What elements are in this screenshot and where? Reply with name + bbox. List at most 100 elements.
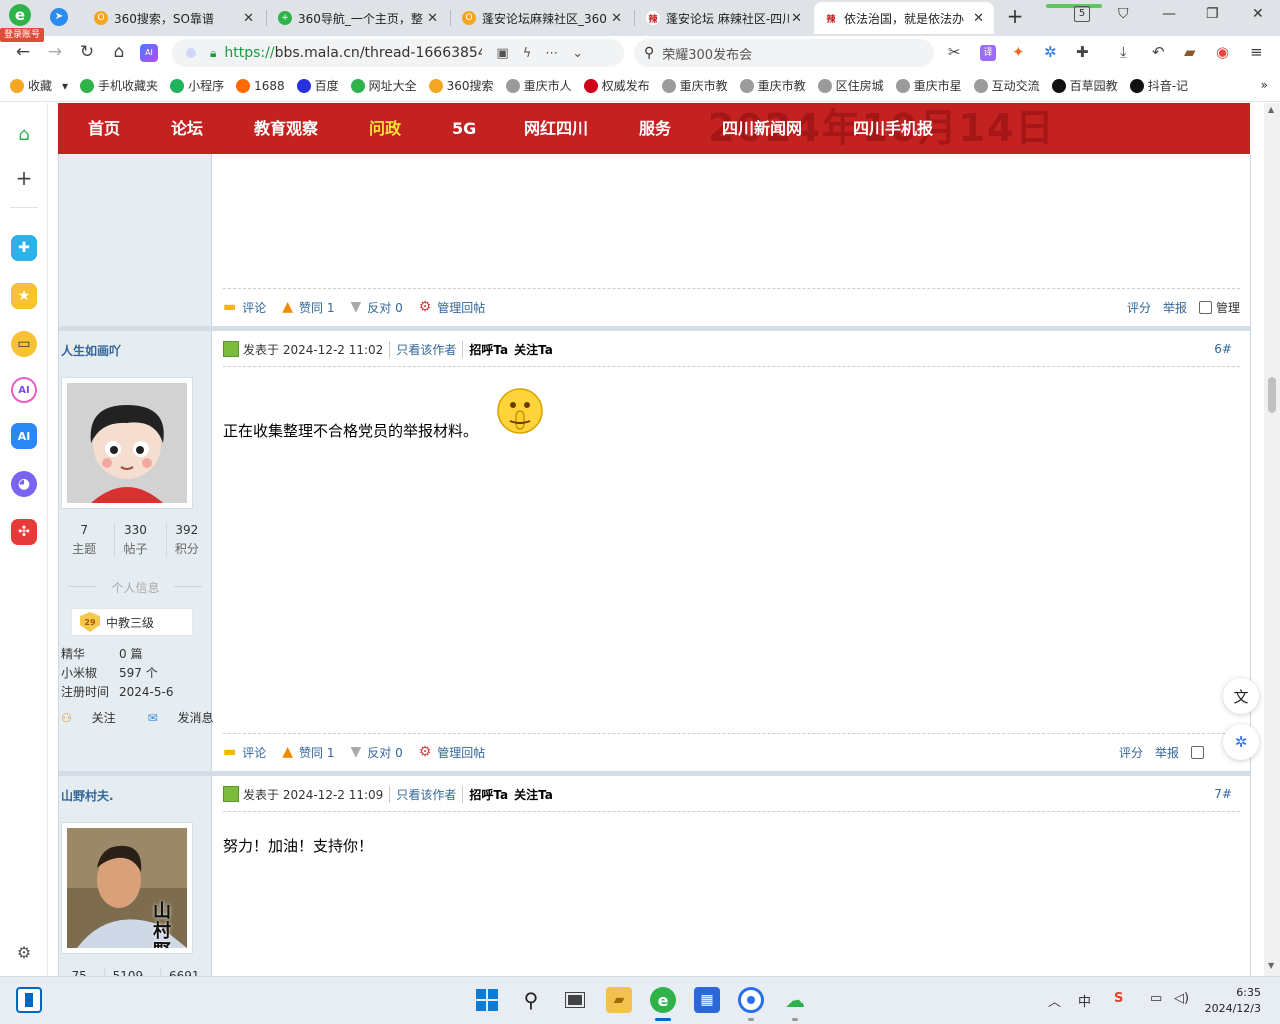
quick-send-icon[interactable]: ➤	[50, 8, 68, 26]
bookmark-item[interactable]: 网址大全	[350, 77, 417, 94]
start-windows-icon[interactable]	[474, 987, 500, 1013]
comment-button[interactable]: ▬ 评论	[223, 299, 266, 316]
bookmark-item[interactable]: 区住房城	[817, 77, 884, 94]
ime-indicator[interactable]: 中	[1078, 991, 1091, 1010]
image-icon[interactable]: ▣	[496, 46, 508, 61]
task-view-icon[interactable]	[562, 987, 588, 1013]
bookmark-item[interactable]: 重庆市教	[739, 77, 806, 94]
antivirus-tray-icon[interactable]: S	[1114, 991, 1123, 1006]
follow-ta-link[interactable]: 关注Ta	[514, 341, 553, 358]
extensions-icon[interactable]: ✚	[1076, 43, 1089, 61]
stat-points[interactable]: 6691	[160, 969, 208, 976]
manage-reply-button[interactable]: ⚙ 管理回帖	[419, 744, 486, 761]
chevron-down-icon[interactable]: ⌄	[572, 46, 583, 61]
only-author-link[interactable]: 只看该作者	[389, 340, 456, 358]
tab-active-thread[interactable]: 辣 依法治国，就是依法办 ✕	[814, 2, 994, 34]
network-icon[interactable]: ✲	[1044, 43, 1057, 61]
download-icon[interactable]: ⤓	[1120, 43, 1127, 61]
site-info-icon[interactable]	[186, 48, 196, 58]
bookmark-item[interactable]: 权威发布	[583, 77, 650, 94]
bookmark-item[interactable]: 互动交流	[973, 77, 1040, 94]
file-explorer-icon[interactable]: ▰	[606, 987, 632, 1013]
lightning-icon[interactable]: ϟ	[523, 46, 532, 61]
network-tray-icon[interactable]: ▭	[1150, 991, 1162, 1006]
only-author-link[interactable]: 只看该作者	[389, 785, 456, 803]
rate-link[interactable]: 评分	[1119, 744, 1143, 761]
stat-points[interactable]: 392 积分	[165, 523, 207, 557]
more-icon[interactable]: ⋯	[545, 46, 558, 61]
nav-service[interactable]: 服务	[639, 103, 671, 154]
undo-icon[interactable]: ↶	[1152, 43, 1165, 61]
login-account-badge[interactable]: 登录账号	[0, 28, 44, 42]
nav-forum[interactable]: 论坛	[171, 103, 203, 154]
store-icon[interactable]: ▦	[694, 987, 720, 1013]
floor-number[interactable]: 7#	[1214, 787, 1232, 801]
scroll-down-icon[interactable]: ▼	[1268, 961, 1274, 970]
chat-bot-icon[interactable]: ◕	[11, 471, 37, 497]
bookmark-item[interactable]: 收藏 ▾	[10, 77, 68, 94]
nav-wanghong-sichuan[interactable]: 网红四川	[524, 103, 588, 154]
tray-overflow-icon[interactable]: ︿	[1048, 991, 1061, 1010]
manage-reply-button[interactable]: ⚙ 管理回帖	[419, 299, 486, 316]
bookmark-item[interactable]: 百草园教	[1051, 77, 1118, 94]
follow-ta-link[interactable]: 关注Ta	[514, 786, 553, 803]
avatar[interactable]	[61, 377, 193, 509]
tab-360-search[interactable]: O 360搜索，SO靠谱 ✕	[84, 2, 264, 34]
bookmark-item[interactable]: 手机收藏夹	[80, 77, 158, 94]
ai-ring-icon[interactable]: ◉	[1216, 43, 1229, 61]
menu-icon[interactable]: ≡	[1250, 43, 1263, 61]
reload-icon[interactable]: ↻	[76, 42, 98, 62]
bookmark-item[interactable]: 重庆市人	[505, 77, 572, 94]
close-icon[interactable]: ✕	[427, 11, 438, 26]
report-link[interactable]: 举报	[1155, 744, 1179, 761]
tab-360-nav[interactable]: + 360导航_一个主页，整 ✕	[268, 2, 448, 34]
forward-icon[interactable]: →	[44, 42, 66, 62]
network-float-button[interactable]: ✲	[1223, 724, 1259, 760]
360-browser-taskbar-icon[interactable]: e	[650, 987, 676, 1013]
bookmarks-more-icon[interactable]: »	[1261, 78, 1268, 92]
stat-topics[interactable]: 75	[63, 969, 94, 976]
avatar[interactable]: 山村野夫	[61, 822, 193, 954]
stat-posts[interactable]: 330 帖子	[114, 523, 155, 557]
nav-education[interactable]: 教育观察	[254, 103, 318, 154]
scissors-icon[interactable]: ✂	[948, 43, 961, 61]
scrollbar-thumb[interactable]	[1268, 377, 1276, 413]
favorites-star-icon[interactable]: ★	[11, 283, 37, 309]
nav-5g[interactable]: 5G	[452, 103, 476, 154]
nav-sichuan-news[interactable]: 四川新闻网	[722, 103, 802, 154]
stat-posts[interactable]: 5109	[103, 969, 152, 976]
translate-app-icon[interactable]: ✚	[11, 235, 37, 261]
close-icon[interactable]: ✕	[611, 11, 622, 26]
comment-button[interactable]: ▬ 评论	[223, 744, 266, 761]
oppose-button[interactable]: ▼ 反对 0	[350, 744, 402, 761]
translate-float-button[interactable]: 文	[1223, 678, 1259, 714]
manage-checkbox[interactable]	[1191, 745, 1204, 759]
report-link[interactable]: 举报	[1163, 299, 1187, 316]
ai-circle-icon[interactable]: AI	[11, 377, 37, 403]
close-icon[interactable]: ✕	[973, 11, 984, 26]
robot-icon[interactable]: ▭	[11, 331, 37, 357]
translate-icon[interactable]: 译	[980, 45, 996, 61]
message-link[interactable]: ✉ 发消息	[148, 709, 230, 726]
restore-icon[interactable]: ❐	[1206, 6, 1219, 22]
close-icon[interactable]: ✕	[243, 11, 254, 26]
shirt-skin-icon[interactable]: ⛉	[1118, 6, 1129, 22]
tab-pengan-forum[interactable]: 辣 蓬安论坛 麻辣社区-四川 ✕	[636, 2, 812, 34]
floor-number[interactable]: 6#	[1214, 342, 1232, 356]
nav-wenzheng[interactable]: 问政	[369, 103, 401, 154]
nav-home[interactable]: 首页	[88, 103, 120, 154]
manage-checkbox[interactable]	[1198, 300, 1212, 314]
add-icon[interactable]: +	[11, 165, 37, 191]
tab-pengan-forum-search[interactable]: O 蓬安论坛麻辣社区_360 ✕	[452, 2, 632, 34]
bookmark-item[interactable]: 重庆市教	[661, 77, 728, 94]
author-name-link[interactable]: 人生如画吖	[61, 342, 121, 359]
search-box[interactable]: ⚲ 荣耀300发布会	[634, 39, 934, 67]
bookmark-item[interactable]: 1688	[236, 78, 285, 93]
greet-link[interactable]: 招呼Ta	[462, 785, 508, 803]
follow-link[interactable]: ⚇ 关注	[61, 709, 132, 726]
ai-app-icon[interactable]: AI	[11, 423, 37, 449]
bookmark-item[interactable]: 百度	[296, 77, 339, 94]
ai-assistant-icon[interactable]: AI	[140, 44, 158, 62]
nav-sichuan-mobile[interactable]: 四川手机报	[853, 103, 933, 154]
360-browser-logo-icon[interactable]: e	[8, 3, 32, 27]
